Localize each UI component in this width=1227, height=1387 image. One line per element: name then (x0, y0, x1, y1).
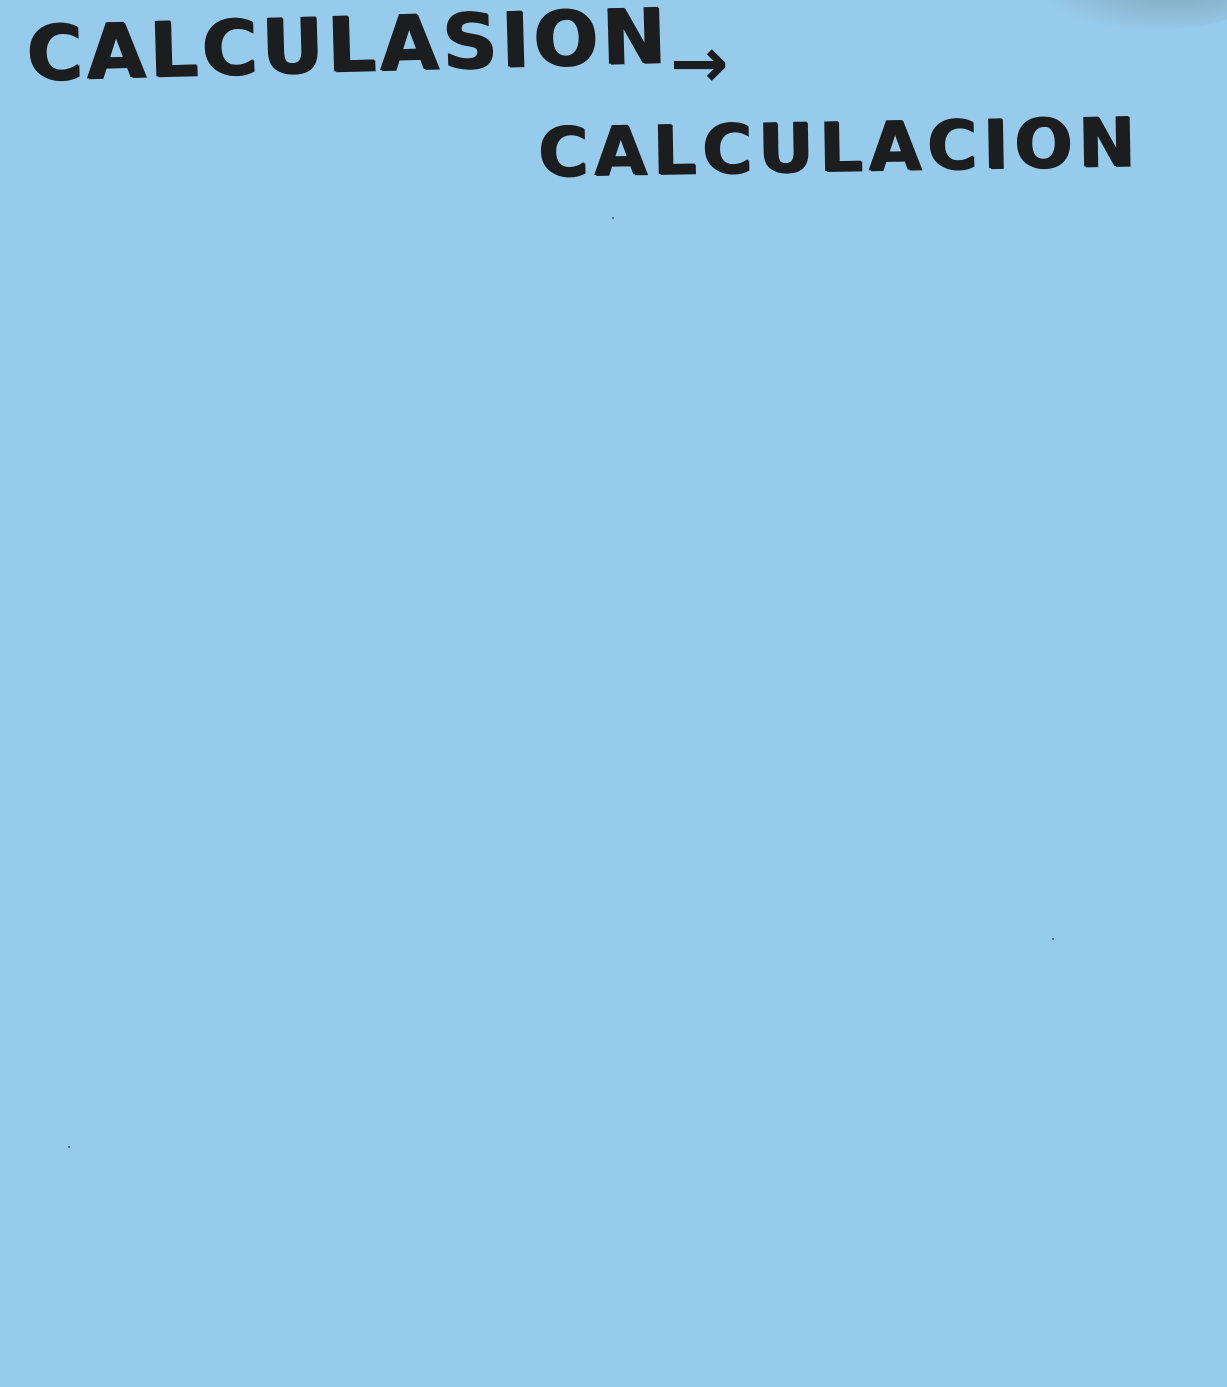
paper-speck (612, 217, 614, 219)
corner-smudge (1047, 0, 1227, 30)
corrected-word: CALCULACION (537, 103, 1143, 193)
original-word: CALCULASION (25, 0, 672, 98)
paper-speck (68, 1146, 70, 1148)
arrow-right-icon: → (670, 22, 729, 104)
paper-speck (1052, 938, 1054, 940)
sticky-note: CALCULASION → CALCULACION (0, 0, 1227, 1387)
